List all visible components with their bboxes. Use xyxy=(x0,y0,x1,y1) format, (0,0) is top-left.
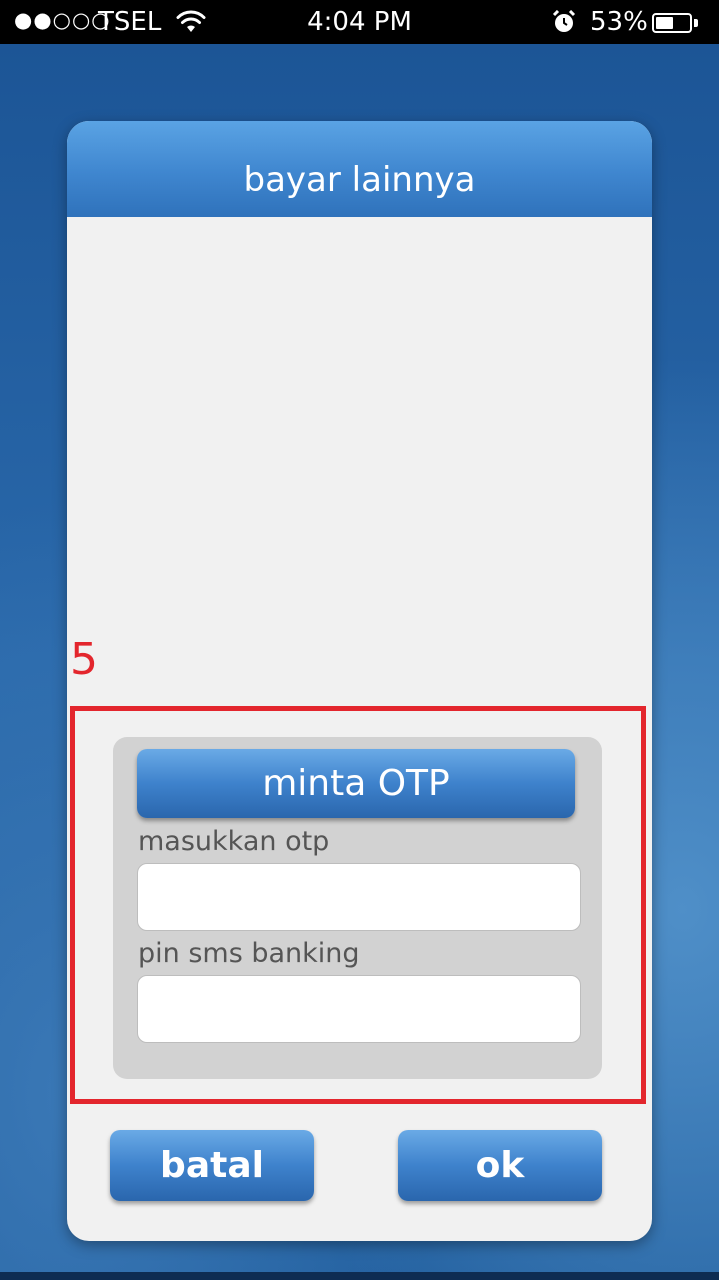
battery-percent: 53% xyxy=(590,7,648,37)
battery-tip xyxy=(694,19,698,27)
annotation-number: 5 xyxy=(70,634,98,685)
annotation-highlight-box xyxy=(70,706,646,1104)
alarm-icon xyxy=(552,10,576,32)
status-bar: ●●○○○ TSEL 4:04 PM 53% xyxy=(0,0,719,44)
bottom-strip xyxy=(0,1272,719,1280)
cancel-button[interactable]: batal xyxy=(110,1130,314,1201)
battery-level xyxy=(656,17,673,29)
dialog-title: bayar lainnya xyxy=(67,121,652,217)
ok-button[interactable]: ok xyxy=(398,1130,602,1201)
battery-icon xyxy=(652,13,692,33)
